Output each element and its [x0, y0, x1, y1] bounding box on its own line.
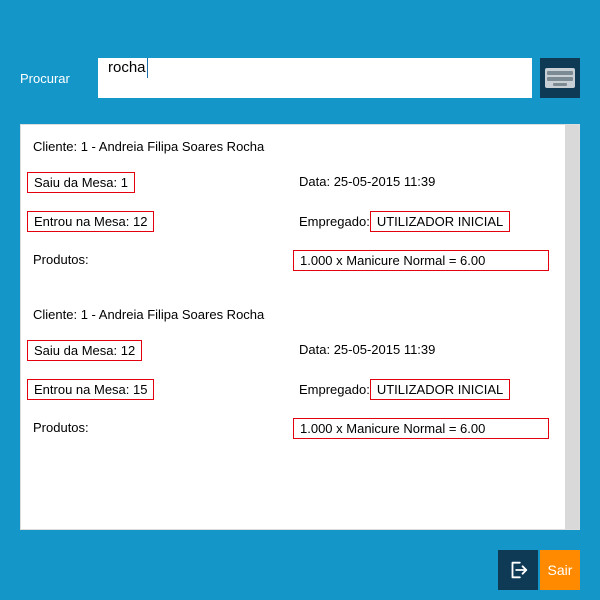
row-saiu-data: Saiu da Mesa: 12 Data: 25-05-2015 11:39 — [27, 340, 559, 361]
label-entrou: Entrou na Mesa: — [34, 382, 129, 397]
label-entrou: Entrou na Mesa: — [34, 214, 129, 229]
entrou-box: Entrou na Mesa: 12 — [27, 211, 154, 232]
row-produtos: Produtos: 1.000 x Manicure Normal = 6.00 — [27, 418, 559, 439]
results-panel: Cliente: 1 - Andreia Filipa Soares Rocha… — [20, 124, 580, 530]
value-saiu: 12 — [121, 343, 135, 358]
value-entrou: 15 — [133, 382, 147, 397]
saiu-box: Saiu da Mesa: 1 — [27, 172, 135, 193]
client-name: Andreia Filipa Soares Rocha — [99, 307, 264, 322]
label-produtos: Produtos: — [33, 420, 89, 435]
empregado-box: UTILIZADOR INICIAL — [370, 379, 510, 400]
label-empregado: Empregado: — [299, 214, 370, 229]
search-input-value: rocha — [108, 59, 146, 76]
row-produtos: Produtos: 1.000 x Manicure Normal = 6.00 — [27, 250, 559, 271]
search-input[interactable]: rocha — [98, 58, 532, 98]
value-data: 25-05-2015 11:39 — [334, 174, 436, 189]
value-entrou: 12 — [133, 214, 147, 229]
entrou-box: Entrou na Mesa: 15 — [27, 379, 154, 400]
exit-icon-box[interactable] — [498, 550, 538, 590]
exit-button-label: Sair — [548, 562, 573, 578]
search-label: Procurar — [20, 71, 90, 86]
row-saiu-data: Saiu da Mesa: 1 Data: 25-05-2015 11:39 — [27, 172, 559, 193]
log-entry: Cliente: 1 - Andreia Filipa Soares Rocha… — [27, 139, 559, 271]
footer: Sair — [498, 550, 580, 590]
keyboard-button[interactable] — [540, 58, 580, 98]
row-entrou-emp: Entrou na Mesa: 12 Empregado: UTILIZADOR… — [27, 211, 559, 232]
empregado-box: UTILIZADOR INICIAL — [370, 211, 510, 232]
produto-box: 1.000 x Manicure Normal = 6.00 — [293, 418, 549, 439]
label-cliente: Cliente: — [33, 307, 77, 322]
label-data: Data: — [299, 174, 330, 189]
value-data: 25-05-2015 11:39 — [334, 342, 436, 357]
exit-icon — [507, 559, 529, 581]
client-name: Andreia Filipa Soares Rocha — [99, 139, 264, 154]
label-data: Data: — [299, 342, 330, 357]
row-entrou-emp: Entrou na Mesa: 15 Empregado: UTILIZADOR… — [27, 379, 559, 400]
client-id: 1 — [81, 139, 88, 154]
keyboard-icon — [545, 68, 575, 88]
label-cliente: Cliente: — [33, 139, 77, 154]
client-id: 1 — [81, 307, 88, 322]
label-saiu: Saiu da Mesa: — [34, 343, 117, 358]
text-caret — [147, 58, 148, 78]
saiu-box: Saiu da Mesa: 12 — [27, 340, 142, 361]
results-content: Cliente: 1 - Andreia Filipa Soares Rocha… — [21, 125, 565, 529]
scrollbar[interactable] — [565, 125, 579, 529]
label-produtos: Produtos: — [33, 252, 89, 267]
search-bar: Procurar rocha — [20, 58, 580, 98]
client-line: Cliente: 1 - Andreia Filipa Soares Rocha — [27, 139, 559, 154]
produto-box: 1.000 x Manicure Normal = 6.00 — [293, 250, 549, 271]
client-line: Cliente: 1 - Andreia Filipa Soares Rocha — [27, 307, 559, 322]
label-saiu: Saiu da Mesa: — [34, 175, 117, 190]
window: Procurar rocha Cliente: 1 - Andreia Fili… — [0, 0, 600, 600]
value-saiu: 1 — [121, 175, 128, 190]
exit-button[interactable]: Sair — [540, 550, 580, 590]
label-empregado: Empregado: — [299, 382, 370, 397]
log-entry: Cliente: 1 - Andreia Filipa Soares Rocha… — [27, 307, 559, 439]
